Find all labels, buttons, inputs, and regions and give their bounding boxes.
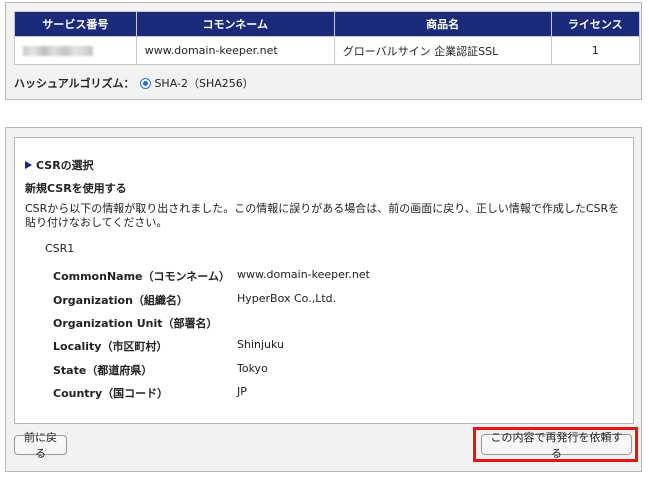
field-key: Country（国コード） bbox=[53, 387, 169, 400]
csr-info-box: CSRの選択 新規CSRを使用する CSRから以下の情報が取り出されました。この… bbox=[14, 137, 634, 424]
product-name-cell: グローバルサイン 企業認証SSL bbox=[333, 36, 552, 65]
sha2-option-label[interactable]: SHA-2（SHA256） bbox=[154, 75, 253, 91]
request-reissue-button[interactable]: この内容で再発行を依頼する bbox=[481, 431, 632, 460]
back-button[interactable]: 前に戻る bbox=[14, 431, 67, 460]
field-key: CommonName（コモンネーム） bbox=[53, 270, 230, 283]
redacted-service-number bbox=[23, 46, 93, 56]
csr-panel: CSRの選択 新規CSRを使用する CSRから以下の情報が取り出されました。この… bbox=[5, 127, 642, 472]
csr-section-title: CSRの選択 bbox=[25, 157, 94, 173]
triangle-right-icon bbox=[25, 161, 32, 169]
csr-subtitle: 新規CSRを使用する bbox=[25, 182, 127, 195]
sha2-radio[interactable] bbox=[140, 77, 152, 89]
field-value: www.domain-keeper.net bbox=[237, 268, 370, 281]
field-value: Tokyo bbox=[237, 362, 268, 375]
license-cell: 1 bbox=[550, 36, 641, 65]
service-panel: サービス番号 コモンネーム 商品名 ライセンス www.domain-keepe… bbox=[5, 2, 642, 100]
table-row: www.domain-keeper.net グローバルサイン 企業認証SSL 1 bbox=[14, 36, 641, 65]
field-value: Shinjuku bbox=[237, 338, 285, 351]
csr-description: CSRから以下の情報が取り出されました。この情報に誤りがある場合は、前の画面に戻… bbox=[25, 202, 620, 229]
service-table: サービス番号 コモンネーム 商品名 ライセンス www.domain-keepe… bbox=[14, 11, 641, 65]
field-key: Organization Unit（部署名） bbox=[53, 317, 218, 330]
header-product-name: 商品名 bbox=[333, 11, 552, 37]
service-number-cell bbox=[14, 36, 137, 65]
header-common-name: コモンネーム bbox=[135, 11, 335, 37]
field-value: HyperBox Co.,Ltd. bbox=[237, 292, 337, 305]
csr-section-title-text: CSRの選択 bbox=[36, 159, 94, 172]
hash-algorithm-label: ハッシュアルゴリズム： bbox=[14, 77, 135, 90]
hash-algorithm-row: ハッシュアルゴリズム： SHA-2（SHA256） bbox=[14, 75, 254, 91]
header-license: ライセンス bbox=[550, 11, 641, 37]
field-key: State（都道府県） bbox=[53, 364, 153, 377]
csr-label: CSR1 bbox=[45, 242, 75, 255]
field-value: JP bbox=[237, 385, 247, 398]
field-key: Locality（市区町村） bbox=[53, 340, 168, 353]
field-key: Organization（組織名） bbox=[53, 294, 188, 307]
service-table-header: サービス番号 コモンネーム 商品名 ライセンス bbox=[14, 11, 641, 37]
header-service-number: サービス番号 bbox=[14, 11, 137, 37]
common-name-cell: www.domain-keeper.net bbox=[135, 36, 335, 65]
